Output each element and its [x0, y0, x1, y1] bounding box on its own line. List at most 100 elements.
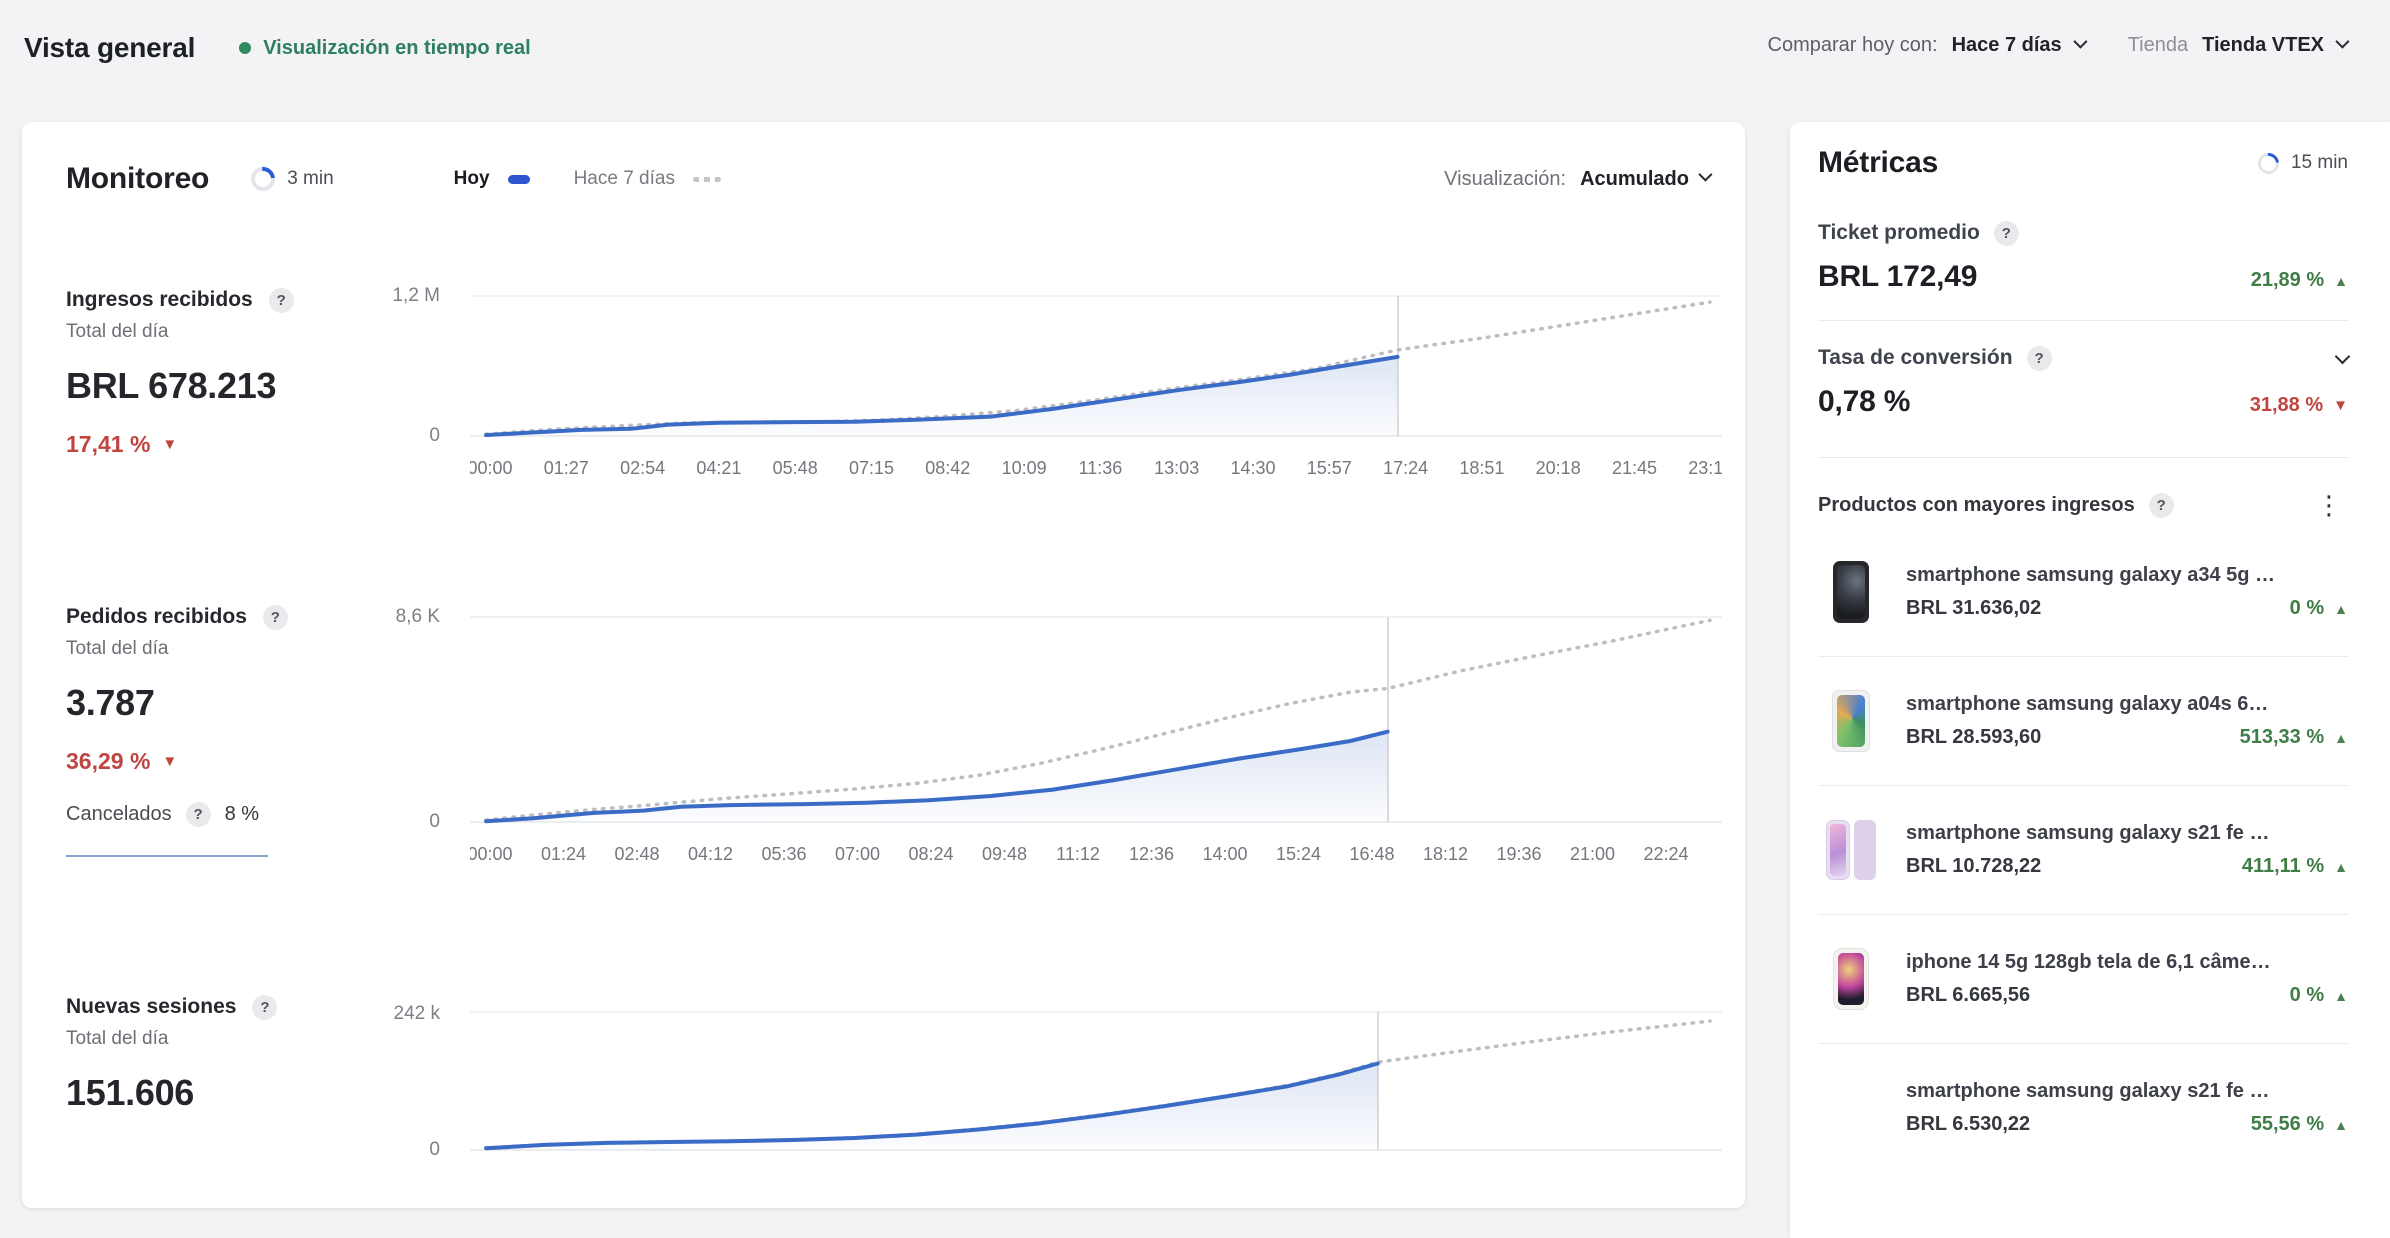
today-line-swatch-icon	[508, 175, 530, 184]
x-tick-label: 18:12	[1423, 844, 1468, 865]
store-value[interactable]: Tienda VTEX	[2202, 34, 2324, 57]
x-tick-label: 11:12	[1056, 844, 1100, 865]
product-thumbnail	[1818, 946, 1884, 1012]
product-thumbnail	[1818, 817, 1884, 883]
product-change: 513,33 % ▲	[2240, 726, 2348, 749]
collapse-chevron-icon[interactable]	[2335, 348, 2351, 364]
chart-sesiones[interactable]	[470, 1006, 1722, 1161]
view-value[interactable]: Acumulado	[1580, 168, 1689, 191]
y-axis-max-label: 8,6 K	[352, 605, 440, 629]
legend-compare-label[interactable]: Hace 7 días	[574, 168, 675, 190]
x-tick-label: 02:48	[614, 844, 659, 865]
product-item[interactable]: smartphone samsung galaxy s21 fe … BRL 6…	[1818, 1044, 2348, 1172]
change-value: 55,56 %	[2251, 1113, 2324, 1136]
down-arrow-icon: ▼	[2333, 397, 2348, 414]
product-name: smartphone samsung galaxy a04s 6…	[1906, 693, 2348, 716]
x-tick-label: 10:09	[1002, 458, 1047, 479]
products-list: smartphone samsung galaxy a34 5g … BRL 3…	[1818, 528, 2348, 1172]
x-tick-label: 23:12	[1688, 458, 1722, 479]
x-tick-label: 07:15	[849, 458, 894, 479]
x-tick-label: 00:00	[470, 458, 513, 479]
up-arrow-icon: ▲	[2334, 273, 2348, 289]
view-selector[interactable]: Visualización: Acumulado	[1444, 168, 1709, 191]
product-revenue: BRL 31.636,02	[1906, 597, 2041, 620]
product-revenue: BRL 28.593,60	[1906, 726, 2041, 749]
legend-today-label[interactable]: Hoy	[454, 168, 490, 190]
today-area-fill	[486, 1064, 1378, 1151]
product-revenue: BRL 6.665,56	[1906, 984, 2030, 1007]
x-tick-label: 09:48	[982, 844, 1027, 865]
realtime-label: Visualización en tiempo real	[263, 37, 531, 60]
cancelados-underline	[66, 855, 268, 857]
x-tick-label: 21:00	[1570, 844, 1615, 865]
change-value: 0 %	[2290, 597, 2324, 620]
x-tick-label: 20:18	[1536, 458, 1581, 479]
help-icon[interactable]: ?	[252, 995, 277, 1020]
monitor-chart-svg[interactable]	[470, 290, 1722, 442]
x-tick-label: 19:36	[1496, 844, 1541, 865]
x-tick-label: 00:00	[470, 844, 513, 865]
product-name: iphone 14 5g 128gb tela de 6,1 câme…	[1906, 951, 2348, 974]
kebab-menu-icon[interactable]: ⋮	[2310, 495, 2348, 515]
chart-pedidos[interactable]	[470, 611, 1722, 833]
metrics-refresh: 15 min	[2258, 152, 2348, 174]
x-tick-label: 14:00	[1202, 844, 1247, 865]
help-icon[interactable]: ?	[186, 802, 211, 827]
chart-ingresos[interactable]	[470, 290, 1722, 447]
stat-subtitle: Total del día	[66, 638, 426, 660]
x-tick-label: 17:24	[1383, 458, 1428, 479]
product-revenue: BRL 10.728,22	[1906, 855, 2041, 878]
metric-ticket-header: Ticket promedio ?	[1818, 220, 2348, 246]
help-icon[interactable]: ?	[269, 288, 294, 313]
divider	[1818, 320, 2348, 321]
up-arrow-icon: ▲	[2334, 859, 2348, 875]
x-axis-ticks: 00:0001:2402:4804:1205:3607:0008:2409:48…	[470, 844, 1722, 870]
compare-dropdown[interactable]: Hace 7 días	[1952, 34, 2084, 57]
monitor-chart-svg[interactable]	[470, 611, 1722, 828]
realtime-dot-icon	[239, 42, 251, 54]
product-item[interactable]: iphone 14 5g 128gb tela de 6,1 câme… BRL…	[1818, 915, 2348, 1044]
help-icon[interactable]: ?	[2027, 346, 2052, 371]
product-item[interactable]: smartphone samsung galaxy a34 5g … BRL 3…	[1818, 528, 2348, 657]
realtime-indicator: Visualización en tiempo real	[239, 37, 531, 60]
product-item[interactable]: smartphone samsung galaxy s21 fe … BRL 1…	[1818, 786, 2348, 915]
help-icon[interactable]: ?	[2149, 493, 2174, 518]
x-tick-label: 04:21	[696, 458, 741, 479]
y-axis-max-label: 242 k	[352, 1002, 440, 1026]
product-change: 0 % ▲	[2290, 984, 2348, 1007]
products-title: Productos con mayores ingresos	[1818, 494, 2135, 517]
x-tick-label: 01:27	[544, 458, 589, 479]
product-item[interactable]: smartphone samsung galaxy a04s 6… BRL 28…	[1818, 657, 2348, 786]
product-name: smartphone samsung galaxy a34 5g …	[1906, 564, 2348, 587]
metric-change: 31,88 % ▼	[2250, 394, 2348, 417]
monitor-chart-svg[interactable]	[470, 1006, 1722, 1156]
refresh-interval: 15 min	[2291, 152, 2348, 174]
x-tick-label: 22:24	[1643, 844, 1688, 865]
metric-label: Ticket promedio	[1818, 221, 1980, 245]
x-tick-label: 05:48	[773, 458, 818, 479]
help-icon[interactable]: ?	[263, 605, 288, 630]
store-dropdown[interactable]: Tienda VTEX	[2202, 34, 2346, 57]
x-tick-label: 14:30	[1230, 458, 1275, 479]
y-axis-zero-label: 0	[352, 424, 440, 448]
compare-label: Comparar hoy con:	[1768, 34, 1938, 57]
compare-line-swatch-icon	[693, 177, 721, 182]
metric-conversion-header: Tasa de conversión ?	[1818, 345, 2348, 371]
cancelados-label: Cancelados	[66, 803, 172, 826]
chart-legend: Hoy Hace 7 días	[454, 168, 721, 190]
product-name: smartphone samsung galaxy s21 fe …	[1906, 1080, 2348, 1103]
metric-change: 21,89 % ▲	[2251, 269, 2348, 292]
y-axis-zero-label: 0	[352, 1138, 440, 1162]
stat-delta: 36,29 % ▼	[66, 748, 426, 775]
page-title: Vista general	[24, 32, 195, 64]
down-arrow-icon: ▼	[162, 753, 177, 770]
up-arrow-icon: ▲	[2334, 988, 2348, 1004]
view-label: Visualización:	[1444, 168, 1566, 191]
x-tick-label: 15:57	[1307, 458, 1352, 479]
compare-value[interactable]: Hace 7 días	[1952, 34, 2062, 57]
product-name: smartphone samsung galaxy s21 fe …	[1906, 822, 2348, 845]
down-arrow-icon: ▼	[162, 436, 177, 453]
x-tick-label: 04:12	[688, 844, 733, 865]
help-icon[interactable]: ?	[1994, 221, 2019, 246]
products-section-header: Productos con mayores ingresos ? ⋮	[1818, 492, 2348, 518]
